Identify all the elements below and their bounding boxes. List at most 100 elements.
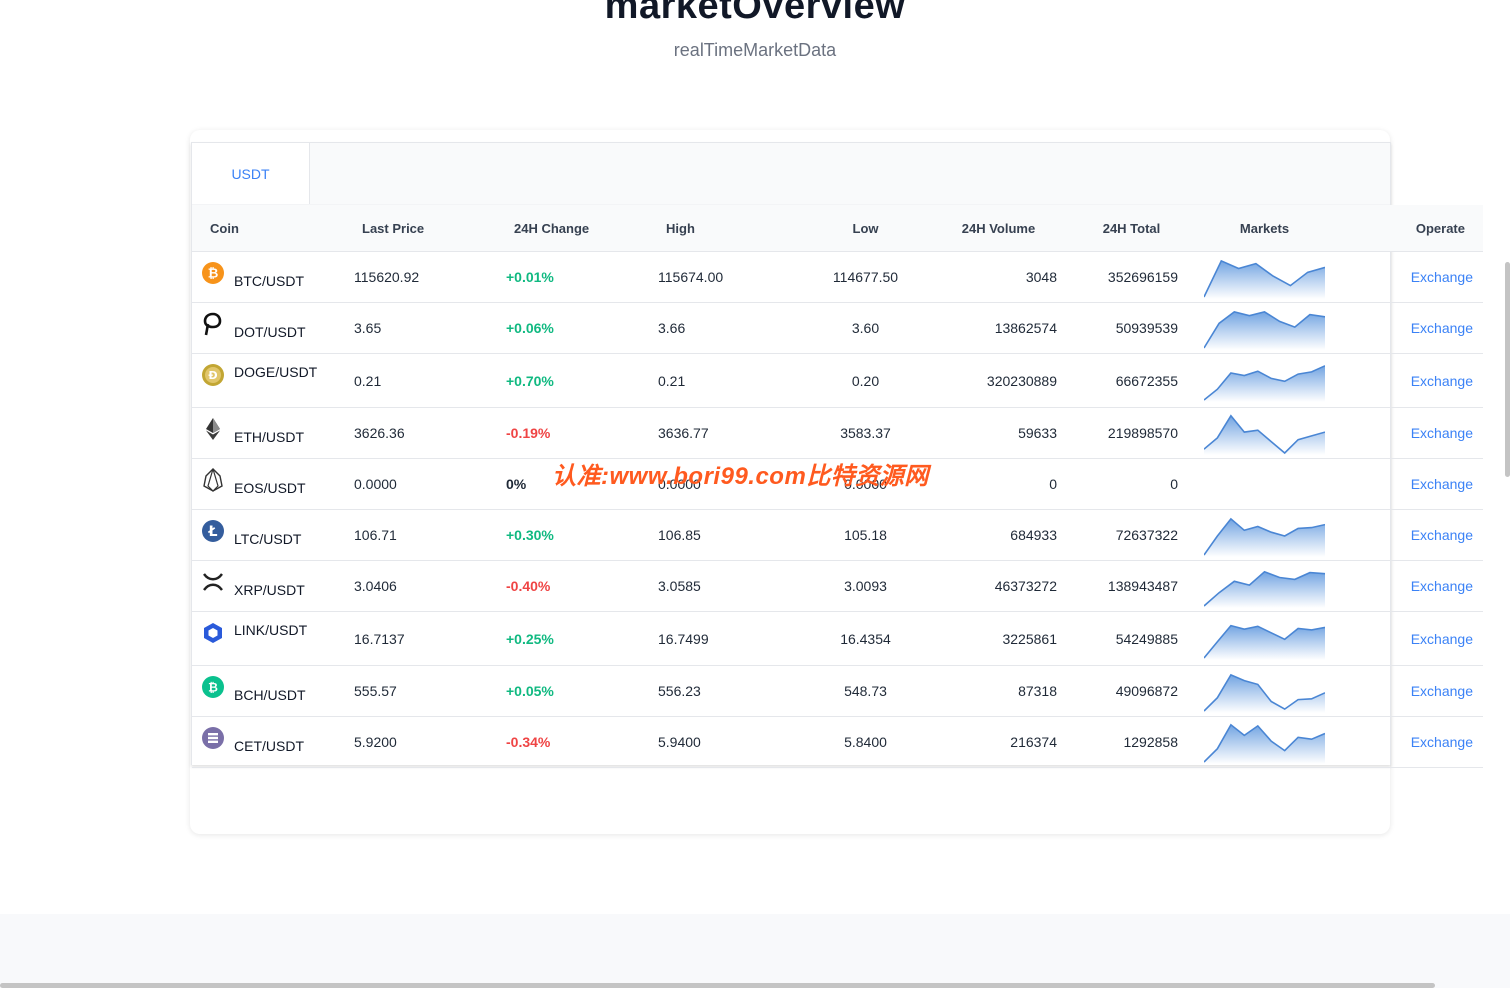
coin-cell: XRP/USDT — [192, 560, 343, 612]
low-price: 548.73 — [799, 665, 932, 717]
coin-pair: CET/USDT — [234, 738, 304, 754]
low-price: 114677.50 — [799, 251, 932, 303]
table-row: ETH/USDT 3626.36 -0.19% 3636.77 3583.37 59633… — [192, 407, 1483, 459]
volume-24h: 216374 — [932, 716, 1065, 768]
page-subtitle: realTimeMarketData — [673, 40, 837, 60]
tab-bar: USDT — [192, 143, 1390, 205]
coin-cell: LINK/USDT — [192, 611, 343, 666]
total-24h: 50939539 — [1065, 302, 1198, 354]
sparkline-chart — [1204, 364, 1325, 402]
table-row: LINK/USDT 16.7137 +0.25% 16.7499 16.4354 3225… — [192, 611, 1483, 666]
markets-sparkline — [1198, 611, 1331, 666]
market-table-panel: USDT Coin Last Price 24H Change High Low… — [191, 142, 1483, 768]
exchange-link[interactable]: Exchange — [1411, 320, 1473, 336]
coin-cell: EOS/USDT — [192, 458, 343, 510]
col-header-24h-total: 24H Total — [1065, 205, 1198, 252]
high-price: 3636.77 — [647, 407, 799, 459]
operate-cell: Exchange — [1331, 251, 1483, 303]
coin-pair: BCH/USDT — [234, 687, 306, 703]
svg-text:Ł: Ł — [208, 524, 218, 540]
change-24h: +0.01% — [495, 251, 647, 303]
low-price: 3583.37 — [799, 407, 932, 459]
high-price: 3.0585 — [647, 560, 799, 612]
coin-pair: LINK/USDT — [234, 622, 308, 638]
operate-cell: Exchange — [1331, 509, 1483, 561]
last-price: 3.65 — [343, 302, 495, 354]
low-price: 0.20 — [799, 353, 932, 408]
table-row: ₿ BCH/USDT 555.57 +0.05% 556.23 548.73 87318 49… — [192, 665, 1483, 717]
volume-24h: 59633 — [932, 407, 1065, 459]
change-24h: +0.30% — [495, 509, 647, 561]
ethereum-icon — [202, 418, 224, 440]
col-header-operate: Operate — [1331, 205, 1483, 252]
change-24h: -0.19% — [495, 407, 647, 459]
table-row: ₿ BTC/USDT 115620.92 +0.01% 115674.00 114677.… — [192, 251, 1483, 303]
operate-cell: Exchange — [1331, 458, 1483, 510]
volume-24h: 3048 — [932, 251, 1065, 303]
table-header-row: Coin Last Price 24H Change High Low 24H … — [192, 205, 1483, 252]
high-price: 16.7499 — [647, 611, 799, 666]
sparkline-empty — [1204, 462, 1325, 506]
operate-cell: Exchange — [1331, 302, 1483, 354]
high-price: 5.9400 — [647, 716, 799, 768]
exchange-link[interactable]: Exchange — [1411, 734, 1473, 750]
high-price: 106.85 — [647, 509, 799, 561]
col-header-markets: Markets — [1198, 205, 1331, 252]
table-row: DOT/USDT 3.65 +0.06% 3.66 3.60 13862574 509395… — [192, 302, 1483, 354]
low-price: 5.8400 — [799, 716, 932, 768]
last-price: 0.21 — [343, 353, 495, 408]
coin-pair: LTC/USDT — [234, 531, 302, 547]
operate-cell: Exchange — [1331, 716, 1483, 768]
horizontal-scrollbar[interactable] — [0, 983, 1435, 988]
table-row: CET/USDT 5.9200 -0.34% 5.9400 5.8400 216374 12… — [192, 716, 1483, 768]
svg-text:₿: ₿ — [208, 681, 218, 695]
total-24h: 54249885 — [1065, 611, 1198, 666]
coin-cell: Ð DOGE/USDT — [192, 353, 343, 408]
exchange-link[interactable]: Exchange — [1411, 578, 1473, 594]
total-24h: 1292858 — [1065, 716, 1198, 768]
total-24h: 138943487 — [1065, 560, 1198, 612]
exchange-link[interactable]: Exchange — [1411, 269, 1473, 285]
change-24h: -0.34% — [495, 716, 647, 768]
total-24h: 49096872 — [1065, 665, 1198, 717]
footer-band — [0, 914, 1510, 988]
exchange-link[interactable]: Exchange — [1411, 425, 1473, 441]
operate-cell: Exchange — [1331, 560, 1483, 612]
last-price: 555.57 — [343, 665, 495, 717]
change-24h: -0.40% — [495, 560, 647, 612]
volume-24h: 3225861 — [932, 611, 1065, 666]
coin-pair: XRP/USDT — [234, 582, 305, 598]
operate-cell: Exchange — [1331, 353, 1483, 408]
volume-24h: 13862574 — [932, 302, 1065, 354]
exchange-link[interactable]: Exchange — [1411, 631, 1473, 647]
markets-sparkline — [1198, 353, 1331, 408]
col-header-high: High — [647, 205, 799, 252]
high-price: 556.23 — [647, 665, 799, 717]
coin-pair: EOS/USDT — [234, 480, 306, 496]
page-title: marketOverview — [604, 0, 906, 27]
last-price: 16.7137 — [343, 611, 495, 666]
high-price: 115674.00 — [647, 251, 799, 303]
exchange-link[interactable]: Exchange — [1411, 476, 1473, 492]
col-header-24h-volume: 24H Volume — [932, 205, 1065, 252]
total-24h: 66672355 — [1065, 353, 1198, 408]
table-row: Ð DOGE/USDT 0.21 +0.70% 0.21 0.20 320230889 666… — [192, 353, 1483, 408]
col-header-coin: Coin — [192, 205, 343, 252]
low-price: 3.60 — [799, 302, 932, 354]
coin-cell: ₿ BTC/USDT — [192, 251, 343, 303]
exchange-link[interactable]: Exchange — [1411, 683, 1473, 699]
coin-pair: DOGE/USDT — [234, 364, 318, 380]
polkadot-icon — [202, 312, 224, 336]
markets-sparkline — [1198, 509, 1331, 561]
market-table-body: ₿ BTC/USDT 115620.92 +0.01% 115674.00 114677.… — [192, 251, 1483, 768]
markets-sparkline — [1198, 665, 1331, 717]
xrp-icon — [202, 571, 224, 593]
vertical-scrollbar[interactable] — [1505, 262, 1510, 477]
exchange-link[interactable]: Exchange — [1411, 373, 1473, 389]
markets-sparkline — [1198, 716, 1331, 768]
operate-cell: Exchange — [1331, 611, 1483, 666]
sparkline-chart — [1204, 517, 1325, 557]
tab-usdt[interactable]: USDT — [192, 143, 310, 204]
exchange-link[interactable]: Exchange — [1411, 527, 1473, 543]
total-24h: 0 — [1065, 458, 1198, 510]
